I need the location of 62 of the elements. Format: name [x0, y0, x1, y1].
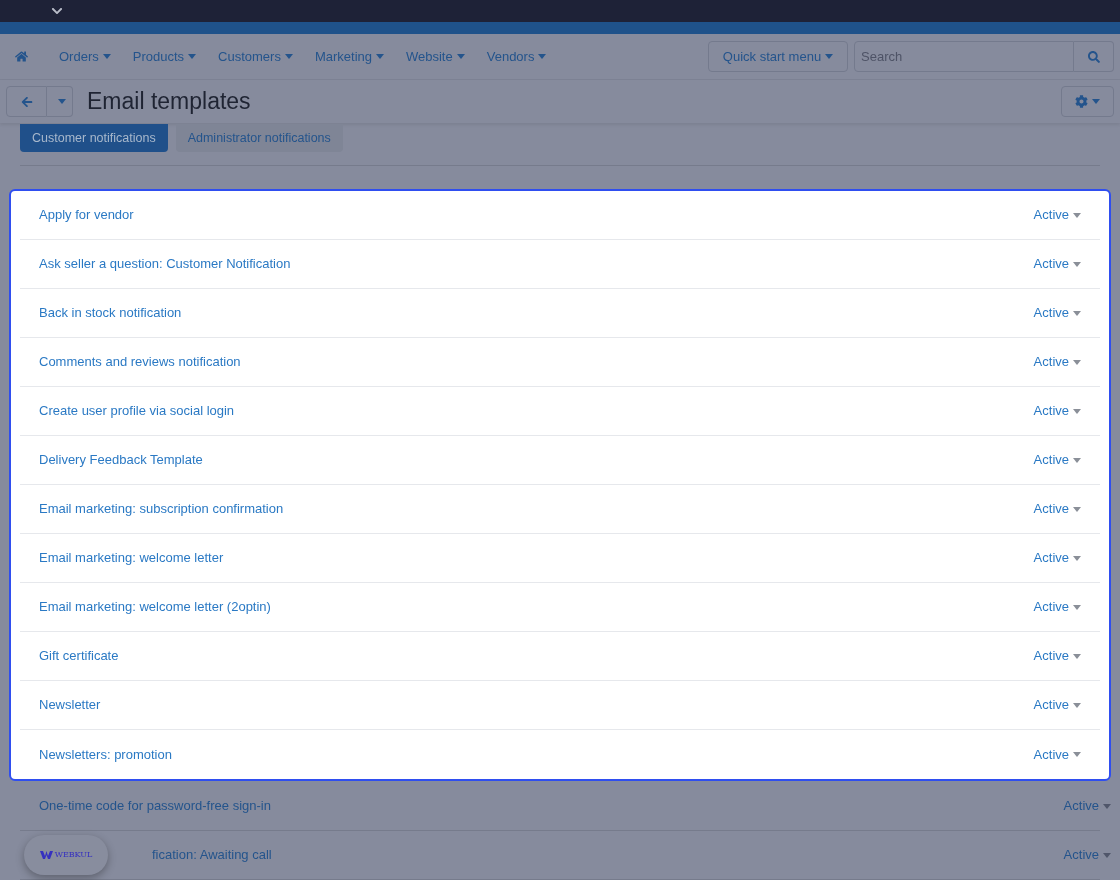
caret-icon	[825, 54, 834, 59]
template-link[interactable]: Email marketing: welcome letter (2optin)	[39, 597, 271, 617]
status-dropdown[interactable]: Active	[1033, 254, 1081, 274]
logo-icon	[39, 851, 53, 859]
badge-label: WEBKUL	[54, 849, 93, 861]
caret-icon	[1073, 604, 1081, 610]
back-dropdown-button[interactable]	[47, 86, 73, 117]
caret-icon	[1092, 99, 1100, 104]
webkul-badge[interactable]: WEBKUL	[24, 835, 108, 875]
status-dropdown[interactable]: Active	[1033, 499, 1081, 519]
search-button[interactable]	[1074, 41, 1114, 72]
template-link[interactable]: Apply for vendor	[39, 205, 134, 225]
search-field[interactable]: Search	[854, 41, 1074, 72]
home-icon[interactable]	[15, 50, 28, 63]
caret-icon	[456, 54, 465, 59]
status-dropdown[interactable]: Active	[1033, 352, 1081, 372]
status-dropdown[interactable]: Active	[1033, 597, 1081, 617]
status-dropdown[interactable]: Active	[1033, 646, 1081, 666]
template-link[interactable]: Email marketing: welcome letter	[39, 548, 224, 568]
status-dropdown[interactable]: Active	[1033, 695, 1081, 715]
caret-icon	[1073, 653, 1081, 659]
caret-icon	[1073, 555, 1081, 561]
caret-icon	[1073, 752, 1081, 757]
caret-icon	[1073, 408, 1081, 414]
status-dropdown[interactable]: Active	[1033, 548, 1081, 568]
settings-button[interactable]	[1061, 86, 1114, 117]
status-dropdown[interactable]: Active	[1033, 744, 1081, 765]
arrow-left-icon	[20, 95, 33, 108]
caret-icon	[538, 54, 547, 59]
caret-icon	[1073, 261, 1081, 267]
caret-icon	[57, 99, 66, 104]
caret-icon	[1103, 803, 1111, 809]
back-button[interactable]	[6, 86, 47, 117]
template-link[interactable]: Comments and reviews notification	[39, 352, 241, 372]
caret-icon	[1073, 506, 1081, 512]
page-title: Email templates	[87, 87, 251, 117]
status-dropdown[interactable]: Active	[1033, 205, 1081, 225]
status-dropdown[interactable]: Active	[1033, 401, 1081, 421]
template-link[interactable]: Newsletters: promotion	[39, 744, 172, 765]
caret-icon	[1073, 359, 1081, 365]
status-dropdown[interactable]: Active	[1033, 303, 1081, 323]
settings-icon	[1075, 95, 1088, 108]
caret-icon	[188, 54, 197, 59]
tab[interactable]: Customer notifications	[20, 124, 168, 152]
caret-icon	[284, 54, 293, 59]
caret-icon	[376, 54, 384, 59]
caret-icon	[102, 54, 111, 59]
search-icon	[1087, 50, 1100, 63]
template-link[interactable]: Delivery Feedback Template	[39, 450, 203, 470]
chevron-down-icon[interactable]	[51, 5, 63, 17]
caret-icon	[1103, 852, 1111, 858]
caret-icon	[1073, 702, 1081, 708]
template-link[interactable]: Email marketing: subscription confirmation	[39, 499, 284, 519]
template-link[interactable]: Ask seller a question: Customer Notification	[39, 254, 291, 274]
caret-icon	[1073, 457, 1081, 463]
template-link[interactable]: Newsletter	[39, 695, 101, 715]
caret-icon	[1073, 310, 1081, 316]
template-link[interactable]: Create user profile via social login	[39, 401, 235, 421]
template-link[interactable]: Gift certificate	[39, 646, 119, 666]
caret-icon	[1073, 212, 1081, 218]
template-link[interactable]: Back in stock notification	[39, 303, 182, 323]
status-dropdown[interactable]: Active	[1033, 450, 1081, 470]
